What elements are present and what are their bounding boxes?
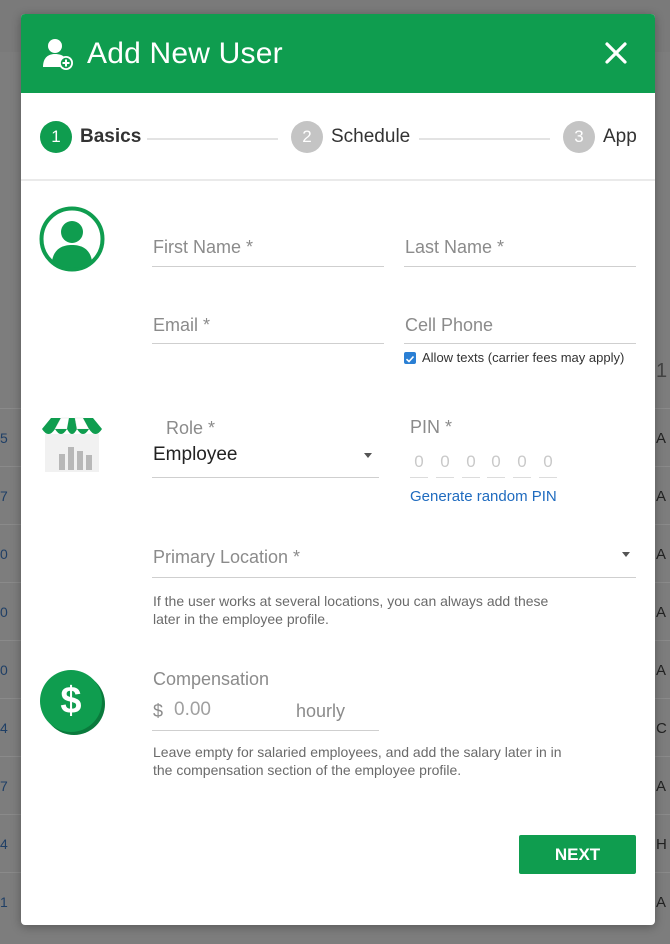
background-cell: 4 bbox=[0, 720, 8, 736]
background-cell: A bbox=[656, 488, 667, 505]
add-user-modal: Add New User 1 Basics 2 Schedule 3 App F… bbox=[21, 14, 655, 925]
background-cell: A bbox=[656, 546, 667, 563]
step-label: Schedule bbox=[331, 126, 411, 147]
chevron-down-icon bbox=[364, 453, 372, 458]
chevron-down-icon bbox=[622, 552, 630, 557]
compensation-label: Compensation bbox=[153, 669, 270, 689]
modal-header: Add New User bbox=[21, 14, 655, 93]
pin-label: PIN * bbox=[410, 417, 453, 437]
pin-digit[interactable]: 0 bbox=[436, 452, 454, 478]
step-basics[interactable]: 1 Basics bbox=[40, 121, 141, 153]
primary-location-label: Primary Location * bbox=[153, 547, 301, 567]
background-cell: 0 bbox=[0, 662, 8, 678]
email-field[interactable]: Email * bbox=[152, 309, 384, 344]
pin-digit[interactable]: 0 bbox=[410, 452, 428, 478]
background-cell: 4 bbox=[0, 836, 8, 852]
background-cell: C bbox=[656, 720, 667, 737]
cell-phone-field[interactable]: Cell Phone bbox=[404, 309, 636, 344]
last-name-label: Last Name * bbox=[405, 237, 505, 257]
modal-title: Add New User bbox=[87, 36, 283, 70]
background-cell: A bbox=[656, 662, 667, 679]
email-label: Email * bbox=[153, 315, 211, 335]
pin-digit[interactable]: 0 bbox=[513, 452, 531, 478]
add-user-icon bbox=[43, 38, 73, 70]
close-icon[interactable] bbox=[601, 38, 631, 68]
primary-location-help: If the user works at several locations, … bbox=[153, 593, 549, 627]
step-connector bbox=[419, 138, 550, 140]
pin-digit[interactable]: 0 bbox=[487, 452, 505, 478]
background-text: 1 bbox=[656, 360, 668, 382]
step-connector bbox=[147, 138, 278, 140]
primary-location-select[interactable]: Primary Location * bbox=[152, 541, 636, 578]
background-cell: 0 bbox=[0, 546, 8, 562]
svg-text:$: $ bbox=[60, 680, 81, 722]
background-cell: A bbox=[656, 430, 667, 447]
background-cell: 5 bbox=[0, 430, 8, 446]
background-cell: A bbox=[656, 778, 667, 795]
pin-digit[interactable]: 0 bbox=[539, 452, 557, 478]
cell-phone-label: Cell Phone bbox=[405, 315, 494, 335]
role-label: Role * bbox=[166, 418, 216, 438]
first-name-label: First Name * bbox=[153, 237, 254, 257]
step-number: 3 bbox=[563, 121, 595, 153]
background-cell: 7 bbox=[0, 488, 8, 504]
dollar-icon: $ bbox=[40, 670, 105, 735]
role-value: Employee bbox=[153, 444, 238, 465]
role-select[interactable]: Employee bbox=[152, 439, 379, 478]
compensation-placeholder: 0.00 bbox=[174, 699, 211, 720]
compensation-help: Leave empty for salaried employees, and … bbox=[153, 744, 562, 778]
background-cell: A bbox=[656, 894, 667, 911]
step-label: Basics bbox=[80, 126, 142, 147]
user-avatar-icon bbox=[39, 206, 105, 272]
background-cell: A bbox=[656, 604, 667, 621]
step-number: 1 bbox=[40, 121, 72, 153]
compensation-field[interactable]: $ 0.00 hourly bbox=[152, 694, 379, 731]
background-cell: 0 bbox=[0, 604, 8, 620]
currency-symbol: $ bbox=[153, 701, 164, 721]
background-cell: 1 bbox=[0, 894, 8, 910]
step-app[interactable]: 3 App bbox=[563, 121, 637, 153]
allow-texts-checkbox[interactable] bbox=[404, 352, 416, 364]
store-icon bbox=[42, 417, 102, 472]
check-icon bbox=[405, 355, 415, 363]
background-cell: 7 bbox=[0, 778, 8, 794]
generate-pin-link[interactable]: Generate random PIN bbox=[410, 488, 557, 505]
last-name-field[interactable]: Last Name * bbox=[404, 232, 636, 267]
stepper: 1 Basics 2 Schedule 3 App bbox=[21, 93, 655, 181]
step-schedule[interactable]: 2 Schedule bbox=[291, 121, 410, 153]
first-name-field[interactable]: First Name * bbox=[152, 232, 384, 267]
step-number: 2 bbox=[291, 121, 323, 153]
allow-texts-label: Allow texts (carrier fees may apply) bbox=[422, 350, 625, 365]
step-label: App bbox=[603, 126, 637, 147]
compensation-unit: hourly bbox=[296, 701, 346, 721]
background-cell: H bbox=[656, 836, 667, 853]
next-button[interactable]: NEXT bbox=[519, 835, 636, 874]
pin-digit[interactable]: 0 bbox=[462, 452, 480, 478]
